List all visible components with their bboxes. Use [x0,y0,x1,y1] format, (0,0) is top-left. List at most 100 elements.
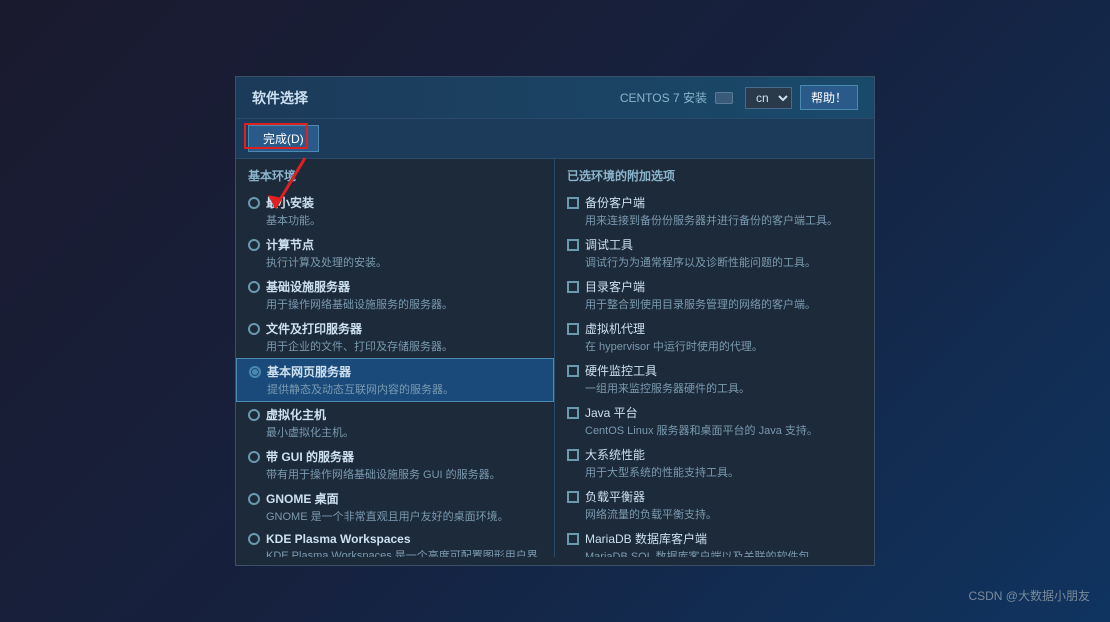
checkbox-large-sys[interactable] [567,449,579,461]
checkbox-mariadb-client[interactable] [567,533,579,545]
env-desc-gnome: GNOME 是一个非常直观且用户友好的桌面环境。 [266,508,542,524]
env-desc-virt: 最小虚拟化主机。 [266,424,542,440]
env-desc-compute: 执行计算及处理的安装。 [266,254,542,270]
addon-desc-large-sys: 用于大型系统的性能支持工具。 [585,464,862,480]
radio-web[interactable] [249,366,261,378]
content-area: 基本环境 最小安装基本功能。计算节点执行计算及处理的安装。基础设施服务器用于操作… [236,159,874,557]
addon-item-load-balancer[interactable]: 负载平衡器网络流量的负载平衡支持。 [555,484,874,526]
env-name-compute: 计算节点 [266,236,314,253]
env-name-virt: 虚拟化主机 [266,406,326,423]
env-item-header-kde: KDE Plasma Workspaces [248,532,542,546]
addon-item-large-sys[interactable]: 大系统性能用于大型系统的性能支持工具。 [555,442,874,484]
addon-item-backup-client[interactable]: 备份客户端用来连接到备份份服务器并进行备份的客户端工具。 [555,190,874,232]
checkbox-java[interactable] [567,407,579,419]
env-name-fileprint: 文件及打印服务器 [266,320,362,337]
env-item-kde[interactable]: KDE Plasma WorkspacesKDE Plasma Workspac… [236,528,554,557]
radio-minimal[interactable] [248,197,260,209]
addon-header-backup-client: 备份客户端 [567,194,862,211]
env-desc-infra: 用于操作网络基础设施服务的服务器。 [266,296,542,312]
env-name-gui-server: 带 GUI 的服务器 [266,448,354,465]
env-item-minimal[interactable]: 最小安装基本功能。 [236,190,554,232]
env-item-header-minimal: 最小安装 [248,194,542,211]
window-title: 软件选择 [252,88,308,108]
addon-item-hw-monitor[interactable]: 硬件监控工具一组用来监控服务器硬件的工具。 [555,358,874,400]
env-item-infra[interactable]: 基础设施服务器用于操作网络基础设施服务的服务器。 [236,274,554,316]
addon-name-large-sys: 大系统性能 [585,446,645,463]
addon-item-hypervisor[interactable]: 虚拟机代理在 hypervisor 中运行时使用的代理。 [555,316,874,358]
addon-list: 备份客户端用来连接到备份份服务器并进行备份的客户端工具。调试工具调试行为为通常程… [555,190,874,557]
addon-desc-backup-client: 用来连接到备份份服务器并进行备份的客户端工具。 [585,212,862,228]
env-item-header-infra: 基础设施服务器 [248,278,542,295]
addon-header-java: Java 平台 [567,404,862,421]
env-item-virt[interactable]: 虚拟化主机最小虚拟化主机。 [236,402,554,444]
env-item-web[interactable]: 基本网页服务器提供静态及动态互联网内容的服务器。 [236,358,554,402]
env-item-compute[interactable]: 计算节点执行计算及处理的安装。 [236,232,554,274]
addon-header-hw-monitor: 硬件监控工具 [567,362,862,379]
checkbox-debug[interactable] [567,239,579,251]
env-name-minimal: 最小安装 [266,194,314,211]
addon-name-debug: 调试工具 [585,236,633,253]
addon-name-backup-client: 备份客户端 [585,194,645,211]
checkbox-hw-monitor[interactable] [567,365,579,377]
addon-header-dir-client: 目录客户端 [567,278,862,295]
done-button[interactable]: 完成(D) [248,125,319,152]
env-item-header-compute: 计算节点 [248,236,542,253]
outer-background: 软件选择 CENTOS 7 安装 cn 帮助！ 完成(D) [0,0,1110,622]
env-item-header-fileprint: 文件及打印服务器 [248,320,542,337]
env-item-header-web: 基本网页服务器 [249,363,541,380]
env-desc-fileprint: 用于企业的文件、打印及存储服务器。 [266,338,542,354]
addon-name-java: Java 平台 [585,404,638,421]
env-desc-minimal: 基本功能。 [266,212,542,228]
left-panel: 基本环境 最小安装基本功能。计算节点执行计算及处理的安装。基础设施服务器用于操作… [236,159,555,557]
checkbox-backup-client[interactable] [567,197,579,209]
addon-name-mariadb-client: MariaDB 数据库客户端 [585,530,707,547]
env-name-gnome: GNOME 桌面 [266,490,339,507]
radio-compute[interactable] [248,239,260,251]
addon-name-hw-monitor: 硬件监控工具 [585,362,657,379]
env-item-gui-server[interactable]: 带 GUI 的服务器带有用于操作网络基础设施服务 GUI 的服务器。 [236,444,554,486]
help-button[interactable]: 帮助！ [800,85,858,110]
env-item-header-virt: 虚拟化主机 [248,406,542,423]
addon-item-java[interactable]: Java 平台CentOS Linux 服务器和桌面平台的 Java 支持。 [555,400,874,442]
watermark: CSDN @大数据小朋友 [968,587,1090,604]
radio-gui-server[interactable] [248,451,260,463]
addon-desc-dir-client: 用于整合到使用目录服务管理的网络的客户端。 [585,296,862,312]
checkbox-load-balancer[interactable] [567,491,579,503]
addon-item-dir-client[interactable]: 目录客户端用于整合到使用目录服务管理的网络的客户端。 [555,274,874,316]
lang-select[interactable]: cn [745,87,792,109]
radio-kde[interactable] [248,533,260,545]
radio-gnome[interactable] [248,493,260,505]
addon-desc-hw-monitor: 一组用来监控服务器硬件的工具。 [585,380,862,396]
toolbar: 完成(D) [236,119,874,159]
env-desc-kde: KDE Plasma Workspaces 是一个高度可配置图形用户界面，其中包… [266,547,542,557]
radio-fileprint[interactable] [248,323,260,335]
centos-label: CENTOS 7 安装 [620,89,707,106]
addon-header-load-balancer: 负载平衡器 [567,488,862,505]
addon-header-debug: 调试工具 [567,236,862,253]
environment-list: 最小安装基本功能。计算节点执行计算及处理的安装。基础设施服务器用于操作网络基础设… [236,190,554,557]
addon-item-debug[interactable]: 调试工具调试行为为通常程序以及诊断性能问题的工具。 [555,232,874,274]
addon-desc-java: CentOS Linux 服务器和桌面平台的 Java 支持。 [585,422,862,438]
addon-name-dir-client: 目录客户端 [585,278,645,295]
addon-desc-hypervisor: 在 hypervisor 中运行时使用的代理。 [585,338,862,354]
env-item-gnome[interactable]: GNOME 桌面GNOME 是一个非常直观且用户友好的桌面环境。 [236,486,554,528]
addon-desc-debug: 调试行为为通常程序以及诊断性能问题的工具。 [585,254,862,270]
addon-item-mariadb-client[interactable]: MariaDB 数据库客户端MariaDB SQL 数据库客户端以及关联的软件包… [555,526,874,557]
addon-desc-mariadb-client: MariaDB SQL 数据库客户端以及关联的软件包。 [585,548,862,557]
env-name-infra: 基础设施服务器 [266,278,350,295]
addon-name-load-balancer: 负载平衡器 [585,488,645,505]
keyboard-icon [715,92,733,104]
right-panel: 已选环境的附加选项 备份客户端用来连接到备份份服务器并进行备份的客户端工具。调试… [555,159,874,557]
addon-desc-load-balancer: 网络流量的负载平衡支持。 [585,506,862,522]
env-desc-gui-server: 带有用于操作网络基础设施服务 GUI 的服务器。 [266,466,542,482]
radio-infra[interactable] [248,281,260,293]
addon-header-large-sys: 大系统性能 [567,446,862,463]
window-right-area: CENTOS 7 安装 cn 帮助！ [620,85,858,110]
software-selection-window: 软件选择 CENTOS 7 安装 cn 帮助！ 完成(D) [235,76,875,566]
env-item-header-gnome: GNOME 桌面 [248,490,542,507]
env-name-kde: KDE Plasma Workspaces [266,532,411,546]
env-item-fileprint[interactable]: 文件及打印服务器用于企业的文件、打印及存储服务器。 [236,316,554,358]
radio-virt[interactable] [248,409,260,421]
checkbox-hypervisor[interactable] [567,323,579,335]
checkbox-dir-client[interactable] [567,281,579,293]
